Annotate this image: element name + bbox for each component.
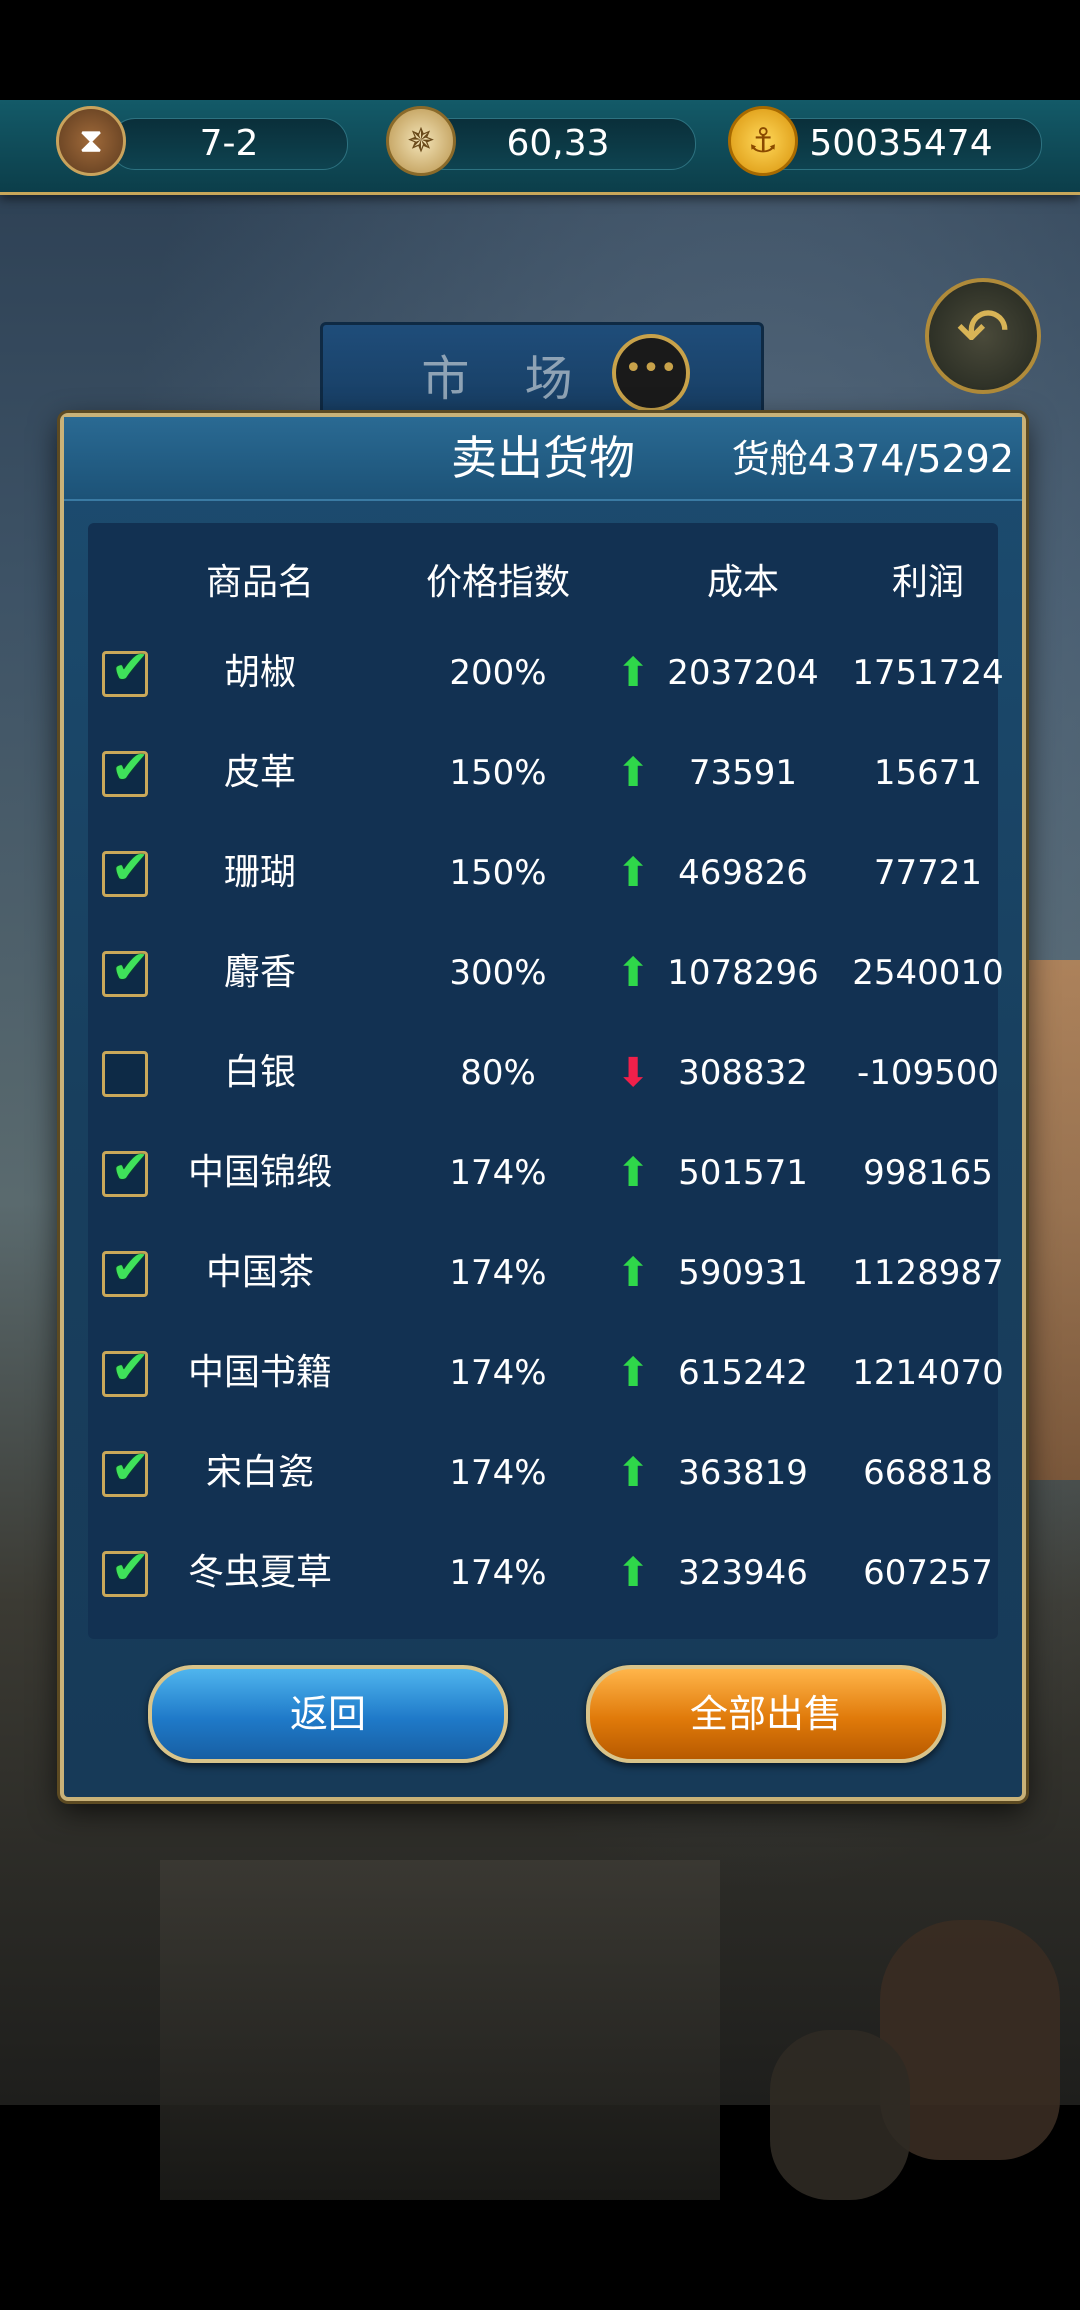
market-title: 市 场 [421,351,593,407]
goods-cost: 73591 [688,753,798,793]
compass-icon: ✵ [386,106,456,176]
time-value: 7-2 [199,123,259,164]
price-index: 150% [449,853,547,893]
price-index: 80% [460,1053,536,1093]
background-stall [160,1860,720,2200]
goods-name: 中国锦缎 [187,1152,332,1193]
goods-profit: 1214070 [852,1353,1004,1393]
goods-cost: 2037204 [667,653,819,693]
sell-goods-dialog: 卖出货物 货舱4374/5292 商品名 价格指数 成本 利润 ✔ 胡椒 200% ⬆… [60,413,1026,1801]
sell-all-button[interactable]: 全部出售 [586,1665,946,1763]
column-header-cost: 成本 [706,562,779,603]
chat-bubble-icon[interactable]: ••• [612,334,690,412]
goods-cost: 615242 [678,1353,808,1393]
gold-pill: 50035474 [760,118,1042,170]
goods-profit: 607257 [863,1553,993,1593]
goods-name: 冬虫夏草 [187,1552,332,1593]
goods-row[interactable]: 白银 80% ⬇ 308832 -109500 [88,1023,999,1123]
goods-name: 麝香 [223,952,296,993]
goods-row[interactable]: ✔ 麝香 300% ⬆ 1078296 2540010 [88,923,1004,1023]
goods-name: 中国书籍 [187,1352,332,1393]
goods-profit: 15671 [873,753,983,793]
background-jar [770,2030,910,2200]
price-index: 300% [449,953,547,993]
goods-row[interactable]: ✔ 中国茶 174% ⬆ 590931 1128987 [88,1223,1004,1323]
gold-value: 50035474 [809,123,993,164]
goods-profit: 668818 [863,1453,993,1493]
goods-cost: 590931 [678,1253,808,1293]
goods-profit: 77721 [873,853,983,893]
goods-cost: 308832 [678,1053,808,1093]
goods-row[interactable]: ✔ 皮革 150% ⬆ 73591 15671 [88,723,998,823]
back-arrow-icon[interactable]: ↶ [925,278,1041,394]
resource-bar: 7-2 ⧗ 60,33 ✵ 50035474 ⚓ [0,100,1080,195]
gold-coin-icon: ⚓ [728,106,798,176]
position-pill: 60,33 [420,118,696,170]
goods-name: 皮革 [223,752,296,793]
goods-name: 中国茶 [205,1252,314,1293]
goods-cost: 469826 [678,853,808,893]
position-value: 60,33 [506,123,610,164]
cargo-capacity: 货舱4374/5292 [731,437,1014,481]
goods-row[interactable]: ✔ 宋白瓷 174% ⬆ 363819 668818 [88,1423,998,1523]
goods-name: 宋白瓷 [205,1452,314,1493]
goods-row[interactable]: ✔ 中国锦缎 174% ⬆ 501571 998165 [88,1123,998,1223]
goods-row[interactable]: ✔ 胡椒 200% ⬆ 2037204 1751724 [88,623,1004,723]
goods-row[interactable]: ✔ 珊瑚 150% ⬆ 469826 77721 [88,823,998,923]
goods-profit: 1751724 [852,653,1004,693]
goods-row[interactable]: ✔ 冬虫夏草 174% ⬆ 323946 607257 [88,1523,998,1623]
goods-profit: -109500 [856,1053,1000,1093]
time-pill: 7-2 [110,118,348,170]
price-index: 150% [449,753,547,793]
goods-name: 白银 [223,1052,296,1093]
column-header-price-index: 价格指数 [425,562,570,603]
back-button[interactable]: 返回 [148,1665,508,1763]
goods-profit: 1128987 [852,1253,1004,1293]
price-index: 200% [449,653,547,693]
goods-cost: 501571 [678,1153,808,1193]
price-index: 174% [449,1153,547,1193]
price-index: 174% [449,1253,547,1293]
hourglass-icon: ⧗ [56,106,126,176]
goods-name: 珊瑚 [223,852,296,893]
goods-name: 胡椒 [223,652,296,693]
price-index: 174% [449,1553,547,1593]
goods-cost: 1078296 [667,953,819,993]
column-header-profit: 利润 [891,562,964,603]
goods-profit: 998165 [863,1153,993,1193]
price-index: 174% [449,1453,547,1493]
goods-cost: 363819 [678,1453,808,1493]
goods-table: 商品名 价格指数 成本 利润 ✔ 胡椒 200% ⬆ 2037204 1751724 ✔ 皮革… [88,523,1004,1639]
price-index: 174% [449,1353,547,1393]
goods-cost: 323946 [678,1553,808,1593]
column-header-name: 商品名 [205,562,314,603]
goods-profit: 2540010 [852,953,1004,993]
goods-row[interactable]: ✔ 中国书籍 174% ⬆ 615242 1214070 [88,1323,1004,1423]
